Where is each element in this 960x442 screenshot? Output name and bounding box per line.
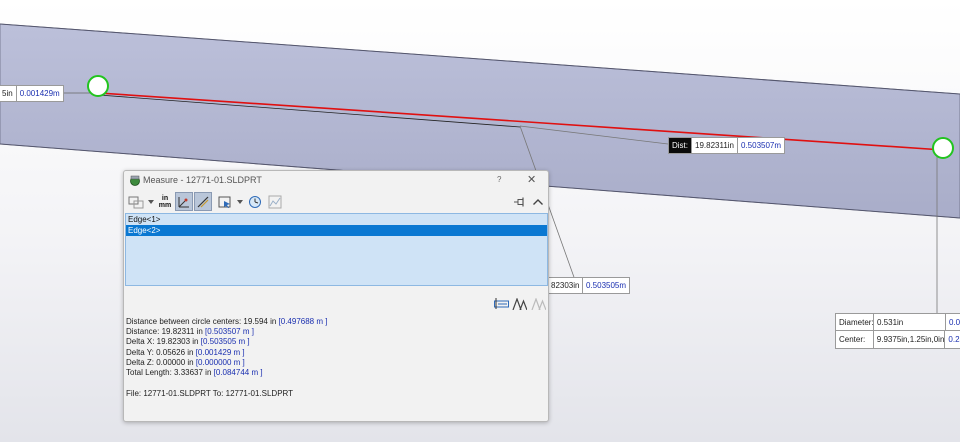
selection-item-edge1[interactable]: Edge<1>: [126, 214, 547, 225]
callout-deltax[interactable]: 82303in 0.503505m: [546, 277, 631, 294]
pin-dialog-button[interactable]: [513, 192, 527, 211]
projection-icon: [218, 196, 231, 208]
callout-left-value: 5in: [0, 86, 17, 101]
diameter-metric: 0.0: [949, 318, 960, 327]
units-icon: in mm: [159, 195, 171, 209]
collapse-icon: [533, 198, 543, 205]
collapse-dialog-button[interactable]: [531, 192, 545, 211]
file-info: File: 12771-01.SLDPRT To: 12771-01.SLDPR…: [126, 389, 294, 398]
callout-toggle-button[interactable]: [493, 294, 509, 313]
help-button[interactable]: ?: [497, 175, 501, 184]
center-value: 9.9375in,1.25in,0in: [874, 331, 946, 348]
measure-dialog: Measure - 12771-01.SLDPRT ? ✕ in mm Edge…: [123, 170, 549, 422]
history-icon: [249, 195, 261, 208]
pin-icon: [514, 197, 524, 206]
projection-button[interactable]: [216, 192, 234, 211]
measure-history-button[interactable]: [246, 192, 264, 211]
callout-dist-metric: 0.503507m: [741, 141, 782, 150]
result-line-circle-centers: Distance between circle centers: 19.594 …: [126, 317, 328, 326]
dropdown-arrow-icon: [148, 199, 154, 204]
callout-left-metric: 0.001429m: [19, 89, 60, 98]
xyz-relative-button[interactable]: [175, 192, 193, 211]
hole-circle-left[interactable]: [87, 75, 109, 97]
units-bottom: mm: [158, 201, 172, 209]
point-to-point-icon: [197, 196, 209, 207]
callout-deltax-metric: 0.503505m: [586, 281, 627, 290]
callout-left[interactable]: 5in 0.001429m: [0, 85, 64, 102]
result-line-distance: Distance: 19.82311 in [0.503507 m ]: [126, 327, 254, 337]
selection-list[interactable]: Edge<1> Edge<2>: [125, 213, 548, 286]
callout-dist-label: Dist:: [669, 138, 692, 153]
font-increase-icon: [511, 297, 527, 310]
sensor-icon: [268, 195, 282, 208]
diameter-label: Diameter:: [836, 314, 874, 330]
font-decrease-icon: [530, 297, 546, 310]
result-line-delta-y: Delta Y: 0.05626 in [0.001429 m ]: [126, 347, 245, 357]
measure-titlebar[interactable]: Measure - 12771-01.SLDPRT ? ✕: [124, 171, 548, 190]
show-xyz-button[interactable]: [127, 192, 145, 211]
font-decrease-button[interactable]: [530, 294, 546, 313]
diameter-value: 0.531in: [874, 314, 946, 330]
font-increase-button[interactable]: [511, 294, 527, 313]
center-row: Center: 9.9375in,1.25in,0in 0.25: [836, 331, 960, 348]
units-top: in: [161, 194, 169, 202]
point-to-point-button[interactable]: [194, 192, 212, 211]
show-xyz-icon: [128, 196, 144, 208]
result-line-total-length: Total Length: 3.33637 in [0.084744 m ]: [126, 368, 263, 378]
callout-distance[interactable]: Dist: 19.82311in 0.503507m: [668, 137, 786, 154]
measure-results: Distance between circle centers: 19.594 …: [126, 317, 327, 378]
measure-title: Measure - 12771-01.SLDPRT: [143, 175, 262, 185]
diameter-row: Diameter: 0.531in 0.0: [836, 314, 960, 331]
center-label: Center:: [836, 331, 874, 348]
show-xyz-dropdown[interactable]: [147, 192, 155, 211]
result-line-delta-x: Delta X: 19.82303 in [0.503505 m ]: [126, 337, 250, 347]
create-sensor-button[interactable]: [266, 192, 284, 211]
close-button[interactable]: ✕: [527, 173, 536, 186]
xyz-relative-icon: [178, 196, 189, 207]
hole-circle-right[interactable]: [932, 137, 954, 159]
units-precision-button[interactable]: in mm: [157, 192, 173, 211]
measure-tool-icon: [130, 175, 140, 186]
projection-dropdown[interactable]: [236, 192, 244, 211]
callout-deltax-value: 82303in: [547, 278, 583, 293]
dropdown-arrow-icon: [237, 199, 243, 204]
center-metric: 0.25: [948, 335, 960, 344]
circle-info-callout[interactable]: Diameter: 0.531in 0.0 Center: 9.9375in,1…: [835, 313, 960, 349]
result-line-delta-z: Delta Z: 0.00000 in [0.000000 m ]: [126, 357, 245, 367]
measure-toolbar: in mm: [124, 191, 548, 213]
selection-item-edge2[interactable]: Edge<2>: [126, 225, 547, 236]
callout-icon: [493, 298, 509, 309]
callout-dist-value: 19.82311in: [692, 138, 738, 153]
